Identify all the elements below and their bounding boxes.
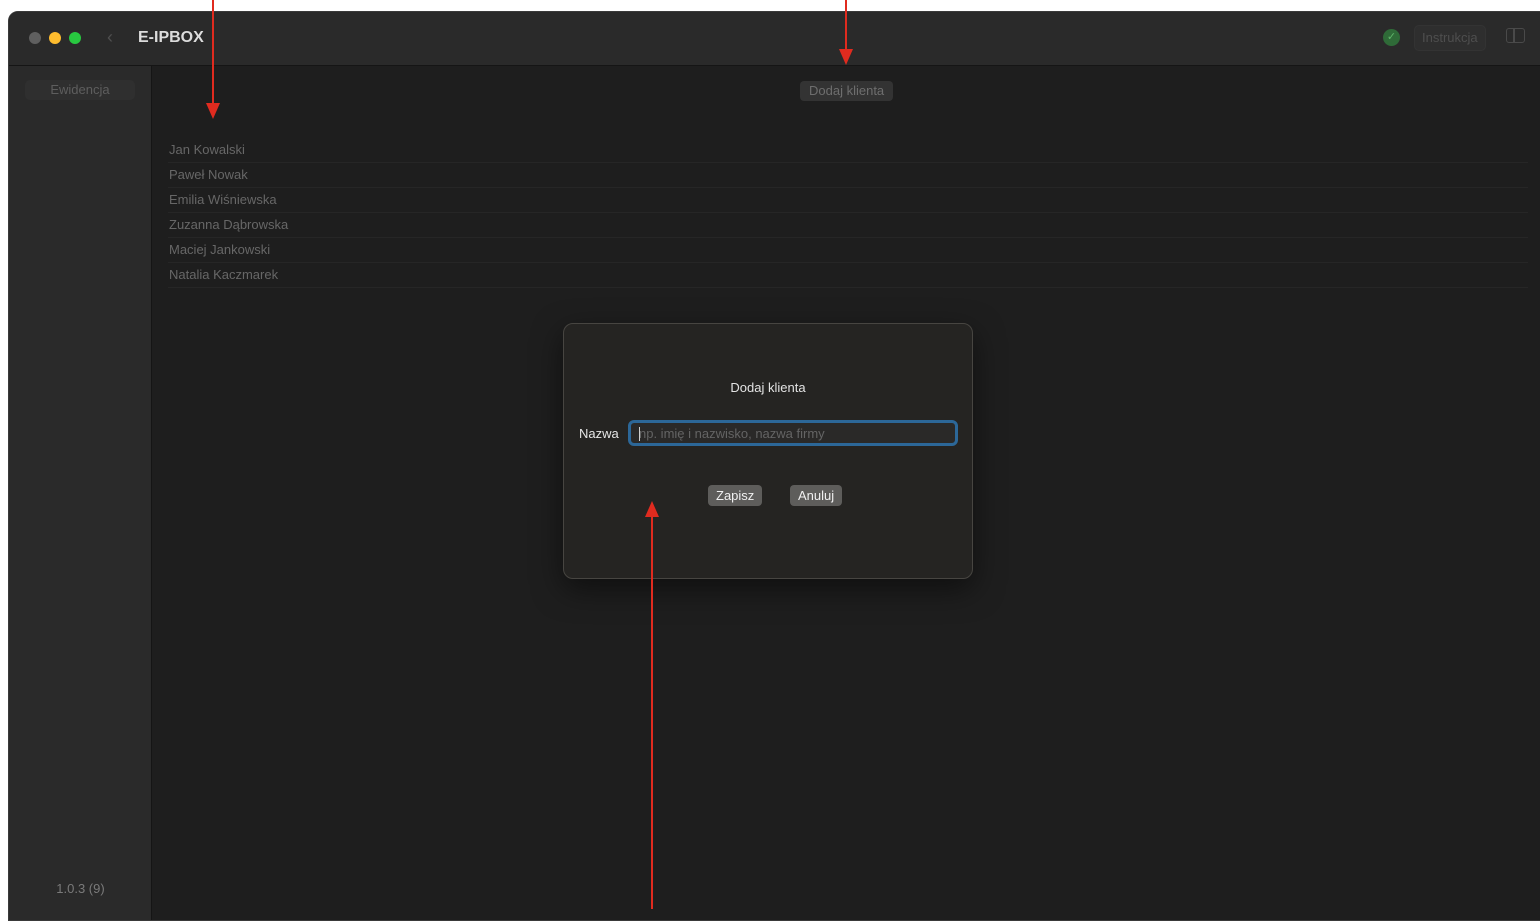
sidebar-item-ewidencja[interactable]: Ewidencja [25, 80, 135, 100]
add-client-dialog: Dodaj klienta Nazwa Zapisz Anuluj [563, 323, 973, 579]
list-item[interactable]: Zuzanna Dąbrowska [168, 213, 1528, 238]
check-circle-icon: ✓ [1383, 29, 1400, 46]
add-client-button[interactable]: Dodaj klienta [800, 81, 894, 101]
text-caret [639, 427, 640, 441]
cancel-button[interactable]: Anuluj [790, 485, 843, 506]
list-item[interactable]: Jan Kowalski [168, 138, 1528, 163]
client-list: Jan Kowalski Paweł Nowak Emilia Wiśniews… [168, 138, 1528, 288]
help-button[interactable]: Instrukcja [1414, 25, 1486, 51]
name-label: Nazwa [579, 426, 619, 441]
app-title: E-IPBOX [138, 29, 204, 46]
name-input[interactable] [628, 420, 958, 446]
sidebar-toggle-icon[interactable] [1506, 28, 1525, 43]
list-item[interactable]: Natalia Kaczmarek [168, 263, 1528, 288]
list-item[interactable]: Maciej Jankowski [168, 238, 1528, 263]
list-item[interactable]: Paweł Nowak [168, 163, 1528, 188]
minimize-window-button[interactable] [49, 32, 61, 44]
save-button[interactable]: Zapisz [708, 485, 763, 506]
sidebar: Ewidencja 1.0.3 (9) [9, 66, 152, 920]
list-item[interactable]: Emilia Wiśniewska [168, 188, 1528, 213]
title-bar: ‹ E-IPBOX ✓ Instrukcja [9, 12, 1540, 66]
chevron-left-icon[interactable]: ‹ [107, 27, 113, 47]
close-window-button[interactable] [29, 32, 41, 44]
app-version: 1.0.3 (9) [56, 881, 105, 896]
dialog-title: Dodaj klienta [730, 380, 806, 395]
maximize-window-button[interactable] [69, 32, 81, 44]
